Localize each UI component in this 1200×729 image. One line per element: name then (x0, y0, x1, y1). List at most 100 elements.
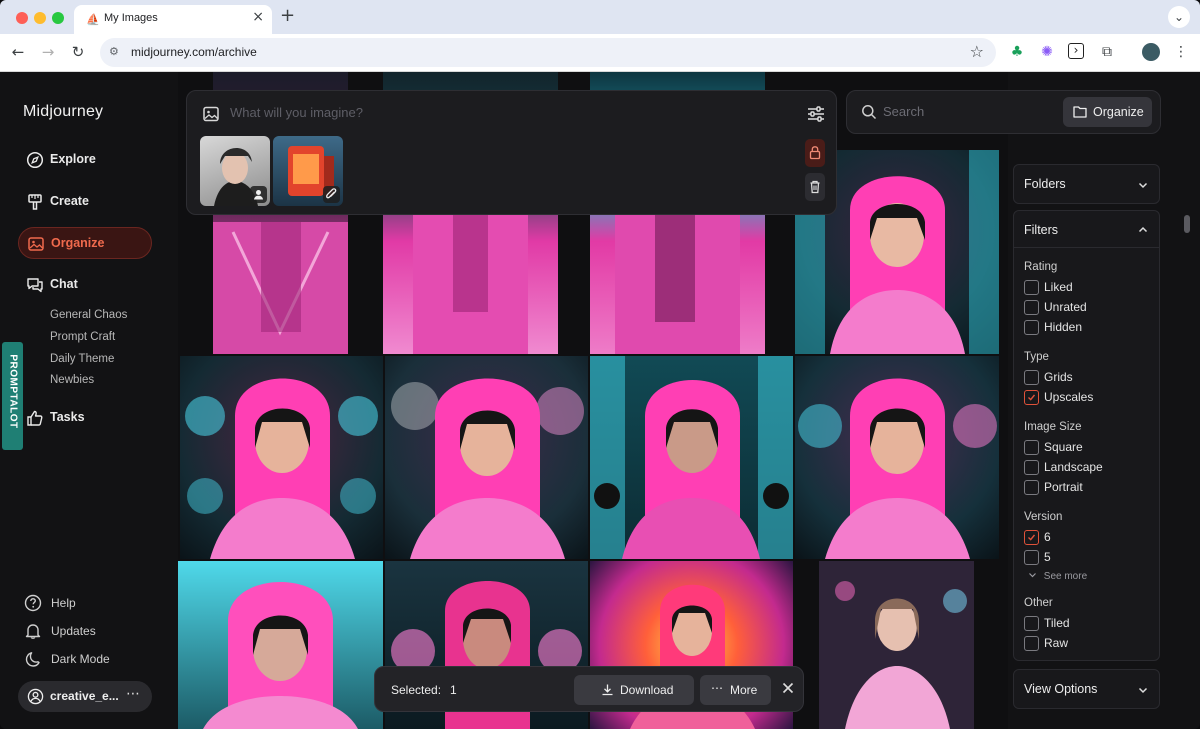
user-account-pill[interactable]: creative_e... ⋯ (18, 681, 152, 712)
midjourney-page: Midjourney Explore Create Organize Chat … (0, 72, 1200, 729)
filters-divider (1014, 247, 1159, 248)
grids-checkbox[interactable] (1024, 370, 1039, 385)
chat-room-prompt-craft[interactable]: Prompt Craft (50, 331, 115, 343)
gallery-image[interactable] (178, 561, 383, 729)
settings-sliders-icon[interactable] (806, 104, 826, 124)
hidden-label: Hidden (1044, 320, 1083, 334)
browser-toolbar: ← → ↻ ⚙ midjourney.com/archive ☆ ♣ ✺ › ⧉… (0, 34, 1200, 72)
moon-icon (25, 652, 40, 667)
chat-room-general-chaos[interactable]: General Chaos (50, 309, 127, 321)
organize-button[interactable]: Organize (1063, 97, 1152, 127)
updates-label: Updates (51, 624, 96, 638)
gallery-image[interactable] (795, 561, 999, 729)
add-image-icon[interactable] (202, 105, 220, 123)
lock-button[interactable] (805, 139, 825, 167)
search-icon (862, 105, 877, 120)
folder-icon (1073, 106, 1087, 118)
tab-search-chevron-icon[interactable]: ⌄ (1168, 6, 1190, 28)
gallery-image[interactable] (795, 356, 999, 559)
bookmark-star-icon[interactable]: ☆ (970, 42, 984, 61)
selected-count: 1 (450, 683, 457, 697)
unrated-checkbox[interactable] (1024, 300, 1039, 315)
see-more-link[interactable]: See more (1028, 571, 1087, 582)
view-options-panel[interactable]: View Options (1013, 669, 1160, 709)
browser-menu-icon[interactable]: ⋮ (1172, 43, 1190, 61)
reference-image-thumb[interactable] (200, 136, 270, 206)
square-checkbox[interactable] (1024, 440, 1039, 455)
raw-checkbox[interactable] (1024, 636, 1039, 651)
chevron-up-icon[interactable] (1137, 224, 1149, 236)
download-button[interactable]: Download (574, 675, 694, 705)
unrated-label: Unrated (1044, 300, 1087, 314)
close-window-button[interactable] (16, 12, 28, 24)
back-arrow-icon[interactable]: ← (8, 42, 28, 62)
filters-title[interactable]: Filters (1024, 223, 1058, 237)
more-button[interactable]: ⋯ More (700, 675, 771, 705)
person-icon (254, 190, 263, 200)
extensions-puzzle-icon[interactable]: ⧉ (1098, 43, 1116, 61)
image-prompt-badge (323, 186, 340, 203)
character-reference-badge (250, 186, 267, 203)
upscales-checkbox[interactable] (1024, 390, 1039, 405)
page-scrollbar[interactable] (1184, 215, 1190, 233)
reference-image-thumb[interactable] (273, 136, 343, 206)
lock-icon (809, 146, 821, 160)
prompt-box: What will you imagine? (186, 90, 837, 215)
prompt-input[interactable]: What will you imagine? (230, 105, 363, 120)
portrait-checkbox[interactable] (1024, 480, 1039, 495)
reload-icon[interactable]: ↻ (68, 42, 88, 62)
evernote-extension-icon[interactable]: ♣ (1008, 43, 1026, 61)
version-5-checkbox[interactable] (1024, 550, 1039, 565)
promptalot-tab[interactable]: PROMPTALOT (2, 342, 23, 450)
hidden-checkbox[interactable] (1024, 320, 1039, 335)
version-6-label: 6 (1044, 530, 1051, 544)
profile-avatar-icon[interactable] (1142, 43, 1160, 61)
tab-close-icon[interactable]: × (252, 9, 264, 25)
landscape-label: Landscape (1044, 460, 1103, 474)
midjourney-logo[interactable]: Midjourney (23, 103, 103, 121)
nav-chat[interactable]: Chat (18, 269, 152, 301)
see-more-label: See more (1043, 571, 1088, 582)
version-6-checkbox[interactable] (1024, 530, 1039, 545)
browser-tab[interactable]: ⛵ My Images × (74, 5, 272, 34)
gallery-image[interactable] (180, 356, 383, 559)
nav-tasks[interactable]: Tasks (18, 402, 152, 434)
browser-tab-bar: ⛵ My Images × + ⌄ (0, 0, 1200, 34)
other-section-title: Other (1024, 597, 1053, 609)
gallery-image[interactable] (385, 356, 588, 559)
nav-create-label: Create (50, 194, 89, 208)
landscape-checkbox[interactable] (1024, 460, 1039, 475)
nav-create[interactable]: Create (18, 186, 152, 218)
clear-prompt-button[interactable] (805, 173, 825, 201)
site-info-icon[interactable]: ⚙ (109, 45, 119, 58)
gallery-image-art (798, 378, 997, 559)
folders-title: Folders (1024, 177, 1066, 191)
chevron-down-small-icon (1029, 573, 1036, 578)
chat-room-newbies[interactable]: Newbies (50, 374, 94, 386)
close-selection-icon[interactable] (779, 679, 797, 697)
user-more-icon[interactable]: ⋯ (126, 686, 140, 702)
search-input[interactable] (883, 104, 1043, 119)
minimize-window-button[interactable] (34, 12, 46, 24)
gallery-image-art (391, 378, 584, 559)
puzzle-flower-extension-icon[interactable]: ✺ (1038, 43, 1056, 61)
tiled-checkbox[interactable] (1024, 616, 1039, 631)
gallery-image[interactable] (590, 356, 793, 559)
raw-label: Raw (1044, 636, 1069, 650)
forward-arrow-icon[interactable]: → (38, 42, 58, 62)
chevron-down-icon (1138, 182, 1148, 189)
grids-label: Grids (1044, 370, 1073, 384)
maximize-window-button[interactable] (52, 12, 64, 24)
terminal-extension-icon[interactable]: › (1068, 43, 1084, 59)
nav-explore[interactable]: Explore (18, 144, 152, 176)
liked-checkbox[interactable] (1024, 280, 1039, 295)
type-section-title: Type (1024, 351, 1049, 363)
user-avatar-icon (27, 688, 44, 705)
chat-room-daily-theme[interactable]: Daily Theme (50, 353, 114, 365)
download-label: Download (620, 683, 674, 697)
folders-panel[interactable]: Folders (1013, 164, 1160, 204)
new-tab-icon[interactable]: + (280, 5, 295, 26)
nav-organize[interactable]: Organize (18, 227, 152, 259)
address-bar[interactable]: ⚙ midjourney.com/archive ☆ (100, 38, 996, 67)
gallery-image-art (203, 582, 358, 729)
